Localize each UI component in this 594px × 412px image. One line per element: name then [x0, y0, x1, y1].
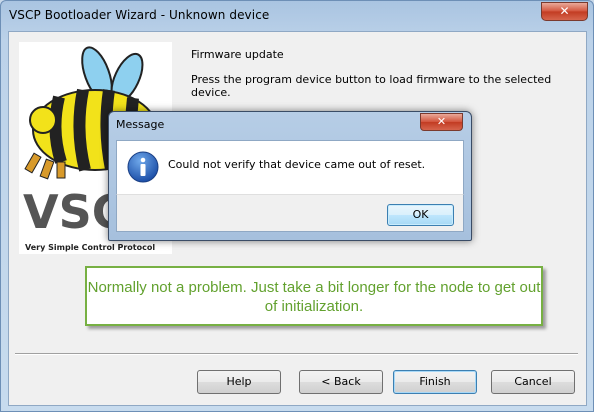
window-title: VSCP Bootloader Wizard - Unknown device [9, 8, 270, 22]
page-heading: Firmware update [191, 48, 284, 61]
finish-button[interactable]: Finish [393, 370, 477, 394]
cancel-button[interactable]: Cancel [491, 370, 575, 394]
help-button[interactable]: Help [197, 370, 281, 394]
close-icon: ✕ [559, 4, 570, 18]
dialog-message: Could not verify that device came out of… [168, 158, 426, 171]
wizard-window: VSCP Bootloader Wizard - Unknown device … [0, 0, 594, 412]
ok-button[interactable]: OK [387, 204, 454, 226]
svg-text:Very Simple Control Protocol: Very Simple Control Protocol [25, 243, 155, 252]
title-bar[interactable]: VSCP Bootloader Wizard - Unknown device … [1, 1, 593, 31]
close-icon: ✕ [436, 115, 447, 128]
message-dialog: Message ✕ Could not verify that device c… [108, 111, 472, 241]
page-description: Press the program device button to load … [191, 73, 552, 99]
dialog-close-button[interactable]: ✕ [420, 113, 463, 131]
separator [15, 353, 578, 355]
close-button[interactable]: ✕ [541, 2, 588, 21]
dialog-body: Could not verify that device came out of… [116, 140, 464, 194]
info-icon [127, 151, 159, 183]
dialog-title: Message [116, 118, 165, 131]
annotation-callout: Normally not a problem. Just take a bit … [85, 266, 543, 326]
back-button[interactable]: < Back [299, 370, 383, 394]
dialog-footer: OK [116, 194, 464, 232]
